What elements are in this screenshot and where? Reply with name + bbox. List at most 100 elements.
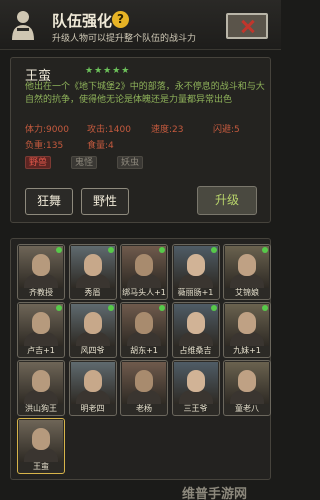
portrait-image: [173, 304, 218, 346]
roster-grid: 齐教授 秀眉 绑马头人+1 薇丽肠+1 艾锦娘卢吉+1 风四爷 胡东+1 占维桑吉 九妹+1 洪山…: [10, 238, 271, 480]
stat-hp: 体力:9000: [25, 125, 69, 135]
portrait-image: [122, 362, 166, 404]
roster-card[interactable]: 三王爷: [171, 360, 220, 416]
roster-card[interactable]: 艾锦娘: [223, 244, 271, 300]
roster-card[interactable]: 九妹+1: [223, 302, 271, 358]
roster-card[interactable]: 王蛮: [17, 418, 65, 474]
roster-card[interactable]: 胡东+1: [120, 302, 168, 358]
portrait-face: [32, 428, 50, 450]
portrait-body: [127, 274, 161, 288]
status-dot-icon: [262, 305, 268, 311]
roster-card[interactable]: 秀眉: [68, 244, 117, 300]
roster-card[interactable]: 绑马头人+1: [120, 244, 168, 300]
watermark-text: 维普手游网: [182, 487, 248, 500]
portrait-body: [24, 332, 58, 346]
header-bar: 队伍强化 ? 升级人物可以提升整个队伍的战斗力: [0, 0, 281, 50]
portrait-face: [32, 312, 50, 334]
tag-ghost: 鬼怪: [71, 156, 98, 169]
portrait-face: [135, 370, 153, 392]
roster-name: 明老四: [80, 404, 105, 413]
portrait-body: [75, 332, 110, 346]
roster-name: 绑马头人+1: [122, 288, 166, 297]
status-dot-icon: [56, 305, 62, 311]
portrait-face: [135, 312, 153, 334]
roster-name: 风四爷: [80, 346, 105, 355]
stat-dodge: 闪避:5: [213, 125, 240, 135]
portrait-body: [230, 332, 264, 346]
team-figure-icon: [12, 11, 34, 40]
portrait-body: [178, 332, 213, 346]
stat-attack: 攻击:1400: [87, 125, 131, 135]
page-subtitle: 升级人物可以提升整个队伍的战斗力: [52, 34, 197, 44]
frenzy-button[interactable]: 狂舞: [25, 188, 73, 215]
portrait-image: [19, 420, 63, 462]
roster-card[interactable]: 占维桑吉: [171, 302, 220, 358]
portrait-face: [83, 254, 102, 276]
help-icon[interactable]: ?: [112, 11, 129, 28]
roster-card[interactable]: 明老四: [68, 360, 117, 416]
roster-name: 九妹+1: [233, 346, 261, 355]
portrait-image: [173, 362, 218, 404]
roster-name: 占维桑吉: [179, 346, 212, 355]
status-dot-icon: [56, 247, 62, 253]
roster-card[interactable]: 风四爷: [68, 302, 117, 358]
portrait-body: [24, 390, 58, 404]
portrait-face: [83, 370, 102, 392]
roster-name: 洪山狗王: [25, 404, 57, 413]
roster-name: 童老八: [235, 404, 259, 413]
roster-card[interactable]: 洪山狗王: [17, 360, 65, 416]
portrait-face: [135, 254, 153, 276]
portrait-image: [19, 362, 63, 404]
portrait-body: [75, 390, 110, 404]
roster-card[interactable]: 童老八: [223, 360, 271, 416]
status-dot-icon: [210, 247, 217, 253]
status-dot-icon: [107, 247, 114, 253]
portrait-face: [238, 254, 256, 276]
roster-name: 薇丽肠+1: [177, 288, 214, 297]
stat-load: 负重:135: [25, 141, 64, 151]
status-dot-icon: [159, 247, 165, 253]
portrait-image: [225, 362, 269, 404]
roster-name: 老杨: [136, 404, 152, 413]
portrait-image: [173, 246, 218, 288]
status-dot-icon: [262, 247, 268, 253]
portrait-image: [70, 362, 115, 404]
hero-description: 他出在一个《地下城堡2》中的部落，永不停息的战斗和与大自然的抗争，使得他无论是体…: [25, 82, 265, 105]
page-title: 队伍强化: [52, 12, 113, 30]
wild-button[interactable]: 野性: [81, 188, 129, 215]
tag-insect: 妖虫: [117, 156, 144, 169]
hero-info-panel: 王蛮 ★★★★★ 他出在一个《地下城堡2》中的部落，永不停息的战斗和与大自然的抗…: [10, 57, 271, 223]
hero-stars: ★★★★★: [85, 66, 131, 76]
portrait-face: [186, 254, 205, 276]
portrait-face: [32, 370, 50, 392]
portrait-body: [127, 390, 161, 404]
close-button[interactable]: [226, 13, 268, 39]
portrait-face: [186, 312, 205, 334]
roster-card[interactable]: 卢吉+1: [17, 302, 65, 358]
roster-card[interactable]: 老杨: [120, 360, 168, 416]
portrait-image: [70, 304, 115, 346]
roster-card[interactable]: 薇丽肠+1: [171, 244, 220, 300]
status-dot-icon: [159, 305, 165, 311]
roster-name: 艾锦娘: [235, 288, 259, 297]
portrait-body: [75, 274, 110, 288]
status-dot-icon: [107, 305, 114, 311]
tag-beast: 野兽: [25, 156, 52, 169]
portrait-face: [186, 370, 205, 392]
roster-name: 齐教授: [29, 288, 53, 297]
roster-name: 王蛮: [33, 462, 49, 471]
portrait-body: [178, 390, 213, 404]
portrait-body: [127, 332, 161, 346]
portrait-face: [238, 370, 256, 392]
stat-food: 食量:4: [87, 141, 114, 151]
portrait-face: [83, 312, 102, 334]
roster-name: 卢吉+1: [27, 346, 55, 355]
portrait-body: [230, 390, 264, 404]
portrait-image: [70, 246, 115, 288]
upgrade-button[interactable]: 升级: [197, 186, 257, 215]
roster-card[interactable]: 齐教授: [17, 244, 65, 300]
portrait-body: [230, 274, 264, 288]
portrait-face: [238, 312, 256, 334]
roster-name: 胡东+1: [130, 346, 158, 355]
roster-name: 三王爷: [183, 404, 208, 413]
